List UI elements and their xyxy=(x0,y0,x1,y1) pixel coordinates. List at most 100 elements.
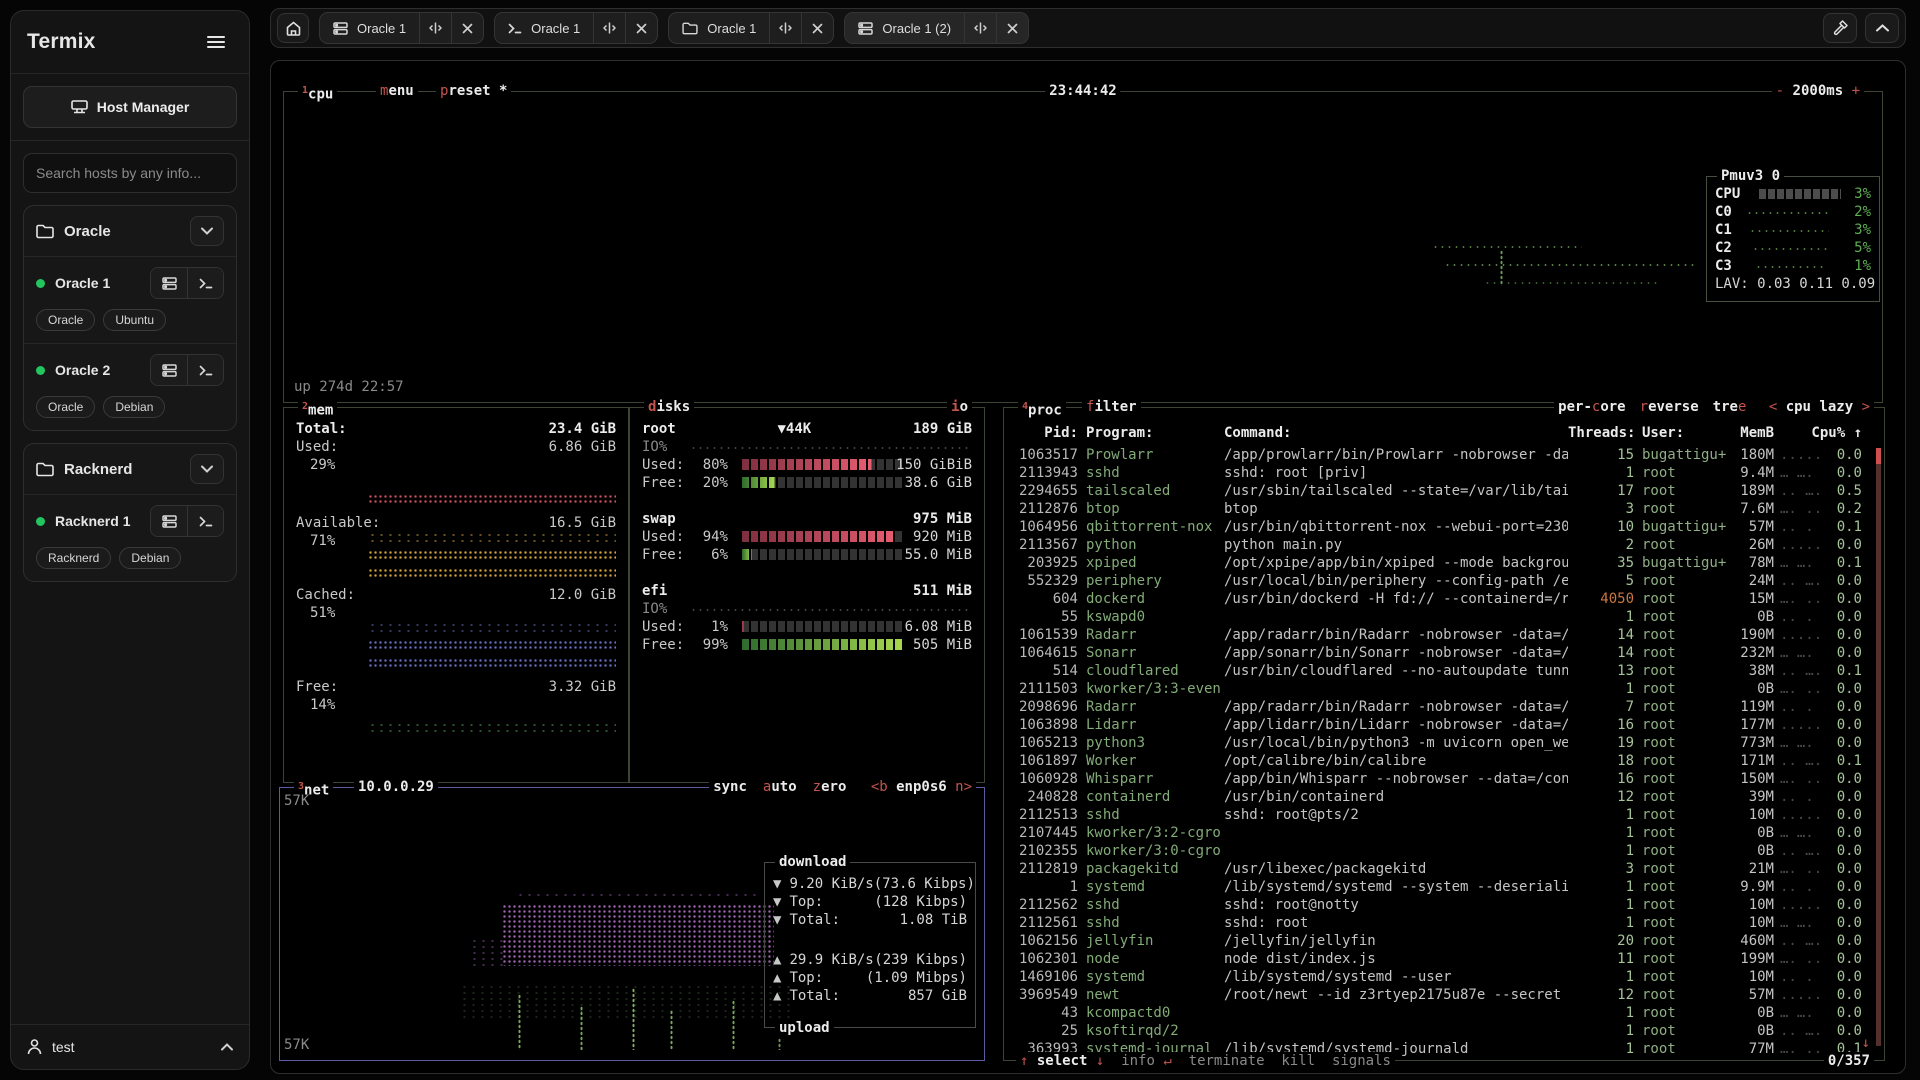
process-row[interactable]: 2294655tailscaled/usr/sbin/tailscaled --… xyxy=(1016,482,1878,500)
process-row[interactable]: 2112562sshdsshd: root@notty1root10M.....… xyxy=(1016,896,1878,914)
disks-io-toggle[interactable]: io xyxy=(947,398,972,416)
process-row[interactable]: 2112819packagekitd/usr/libexec/packageki… xyxy=(1016,860,1878,878)
sidebar: Termix Host Manager Oracle xyxy=(10,10,250,1070)
tab-close-button[interactable] xyxy=(451,13,483,43)
proc-option[interactable]: reverse xyxy=(1640,399,1699,415)
net-controls[interactable]: syncautozero <b enp0s6 n> xyxy=(709,778,976,796)
tab-label-area[interactable]: Oracle 1 xyxy=(495,21,593,36)
tab-label-area[interactable]: Oracle 1 xyxy=(320,21,419,36)
process-row[interactable]: 1061897Worker/opt/calibre/bin/calibre18r… xyxy=(1016,752,1878,770)
process-row[interactable]: 2112561sshdsshd: root1root10M… ….0.0 xyxy=(1016,914,1878,932)
tab-close-button[interactable] xyxy=(996,13,1028,43)
process-row[interactable]: 604dockerd/usr/bin/dockerd -H fd:// --co… xyxy=(1016,590,1878,608)
cpu-menu-button[interactable]: menu xyxy=(376,82,418,100)
disk-meter xyxy=(742,531,904,542)
process-row[interactable]: 1064615Sonarr/app/sonarr/bin/Sonarr -nob… xyxy=(1016,644,1878,662)
process-row[interactable]: 203925xpiped/opt/xpipe/app/bin/xpiped --… xyxy=(1016,554,1878,572)
host-row[interactable]: Racknerd 1 Racknerd Debian xyxy=(24,494,236,581)
process-row[interactable]: 3969549newt/root/newt --id z3rtyep2175u8… xyxy=(1016,986,1878,1004)
user-footer[interactable]: test xyxy=(11,1024,249,1069)
process-row[interactable]: 1063517Prowlarr/app/prowlarr/bin/Prowlar… xyxy=(1016,446,1878,464)
process-row[interactable]: 240828containerd/usr/bin/containerd12roo… xyxy=(1016,788,1878,806)
process-row[interactable]: 2102355kworker/3:0-cgro1root0B.. ….0.0 xyxy=(1016,842,1878,860)
terminal-icon xyxy=(508,23,522,34)
host-manager-open-button[interactable] xyxy=(151,355,187,385)
chevron-down-icon xyxy=(201,465,213,473)
close-icon xyxy=(462,23,473,34)
disk-usage-row: Used:1%6.08 MiB xyxy=(642,618,972,636)
update-interval-control[interactable]: - 2000ms + xyxy=(1772,82,1864,100)
proc-filter-button[interactable]: filter xyxy=(1082,398,1141,416)
process-row[interactable]: 1065213python3/usr/local/bin/python3 -m … xyxy=(1016,734,1878,752)
proc-option[interactable]: tree xyxy=(1713,399,1747,415)
server-icon xyxy=(71,100,88,114)
process-row[interactable]: 1064956qbittorrent-nox/usr/bin/qbittorre… xyxy=(1016,518,1878,536)
host-terminal-button[interactable] xyxy=(187,268,223,298)
process-row[interactable]: 43kcompactd01root0B… ….0.0 xyxy=(1016,1004,1878,1022)
process-list[interactable]: 1063517Prowlarr/app/prowlarr/bin/Prowlar… xyxy=(1016,446,1878,1058)
process-row[interactable]: 2111503kworker/3:3-even1root0B…. ..0.0 xyxy=(1016,680,1878,698)
process-row[interactable]: 2098696Radarr/app/radarr/bin/Radarr -nob… xyxy=(1016,698,1878,716)
process-row[interactable]: 2113567pythonpython main.py2root26M.....… xyxy=(1016,536,1878,554)
cpu-preset-button[interactable]: preset * xyxy=(436,82,511,100)
process-row[interactable]: 55kswapd01root0B.. . .0.0 xyxy=(1016,608,1878,626)
process-row[interactable]: 25ksoftirqd/21root0B.. ….0.0 xyxy=(1016,1022,1878,1040)
net-speed-row: ▼9.20 KiB/s(73.6 Kibps) xyxy=(773,875,967,893)
host-manager-open-button[interactable] xyxy=(151,268,187,298)
process-row[interactable]: 2112513sshdsshd: root@pts/21root10M.....… xyxy=(1016,806,1878,824)
host-terminal-button[interactable] xyxy=(187,355,223,385)
sensor-label: C2 xyxy=(1715,240,1732,256)
mem-stat-label: Free:3.32 GiB xyxy=(296,678,616,696)
tab-close-button[interactable] xyxy=(625,13,657,43)
process-row[interactable]: 1063898Lidarr/app/lidarr/bin/Lidarr -nob… xyxy=(1016,716,1878,734)
disk-value: 55.0 MiB xyxy=(905,546,972,564)
disk-meter xyxy=(742,459,904,470)
disk-usage-row: Free:20%38.6 GiB xyxy=(642,474,972,492)
tab-close-button[interactable] xyxy=(801,13,833,43)
btop-mem-box: 2mem Total:23.4 GiB Used:6.86 GiB29%Avai… xyxy=(283,407,629,783)
terminal-pane[interactable]: 1cpu menu preset * 23:44:42 - 2000ms + P… xyxy=(270,60,1906,1074)
host-manager-open-button[interactable] xyxy=(151,506,187,536)
disk-usage-row: Free:6%55.0 MiB xyxy=(642,546,972,564)
process-row[interactable]: 2113943sshdsshd: root [priv]1root9.4M… …… xyxy=(1016,464,1878,482)
tab-split-button[interactable] xyxy=(419,13,451,43)
process-row[interactable]: 1060928Whisparr/app/bin/Whisparr --nobro… xyxy=(1016,770,1878,788)
proc-options[interactable]: per-corereversetree < cpu lazy > xyxy=(1554,398,1874,416)
process-row[interactable]: 1469106systemd/lib/systemd/systemd --use… xyxy=(1016,968,1878,986)
proc-scrollbar[interactable] xyxy=(1876,448,1881,1046)
tab-split-button[interactable] xyxy=(593,13,625,43)
host-row[interactable]: Oracle 2 Oracle Debian xyxy=(24,343,236,430)
process-row[interactable]: 2112876btopbtop3root7.6M…. ..0.2 xyxy=(1016,500,1878,518)
net-option[interactable]: sync xyxy=(713,779,747,795)
process-row[interactable]: 1062301nodenode dist/index.js11root199M…… xyxy=(1016,950,1878,968)
group-header[interactable]: Racknerd xyxy=(24,444,236,494)
host-terminal-button[interactable] xyxy=(187,506,223,536)
sidebar-menu-button[interactable] xyxy=(199,25,233,59)
group-header[interactable]: Oracle xyxy=(24,206,236,256)
process-row[interactable]: 552329periphery/usr/local/bin/periphery … xyxy=(1016,572,1878,590)
tab-label-area[interactable]: Oracle 1 (2) xyxy=(845,21,964,36)
home-button[interactable] xyxy=(277,13,309,43)
tab-split-button[interactable] xyxy=(964,13,996,43)
process-row[interactable]: 514cloudflared/usr/bin/cloudflared --no-… xyxy=(1016,662,1878,680)
chevron-up-icon[interactable] xyxy=(221,1043,233,1051)
tab-label-area[interactable]: Oracle 1 xyxy=(669,21,769,36)
net-option[interactable]: zero xyxy=(813,779,847,795)
clock: 23:44:42 xyxy=(1045,82,1120,100)
process-row[interactable]: 2107445kworker/3:2-cgro1root0B… ….0.0 xyxy=(1016,824,1878,842)
search-input[interactable] xyxy=(23,153,237,193)
process-row[interactable]: 1systemd/lib/systemd/systemd --system --… xyxy=(1016,878,1878,896)
group-collapse-button[interactable] xyxy=(190,216,224,246)
collapse-topbar-button[interactable] xyxy=(1865,13,1899,43)
tab-split-button[interactable] xyxy=(769,13,801,43)
net-option[interactable]: auto xyxy=(763,779,797,795)
process-row[interactable]: 1061539Radarr/app/radarr/bin/Radarr -nob… xyxy=(1016,626,1878,644)
admin-tools-button[interactable] xyxy=(1823,13,1857,43)
host-manager-button[interactable]: Host Manager xyxy=(23,86,237,128)
process-row[interactable]: 1062156jellyfin/jellyfin/jellyfin20root4… xyxy=(1016,932,1878,950)
host-tag: Oracle xyxy=(36,309,95,331)
group-collapse-button[interactable] xyxy=(190,454,224,484)
proc-option[interactable]: per-core xyxy=(1558,399,1625,415)
host-row[interactable]: Oracle 1 Oracle Ubuntu xyxy=(24,256,236,343)
proc-footer[interactable]: ↑ select ↓ info ↵ terminate kill signals xyxy=(1016,1052,1395,1070)
